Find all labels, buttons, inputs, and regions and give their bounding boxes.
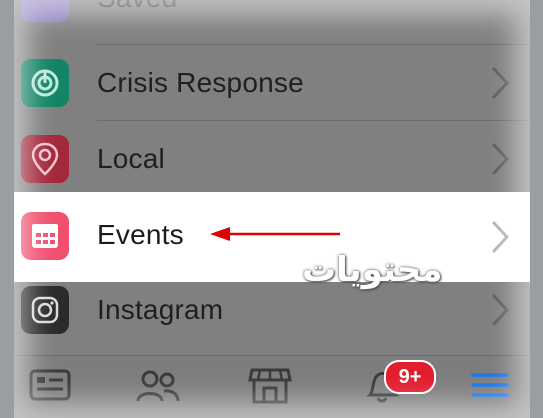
menu-item-events[interactable]: Events <box>14 192 530 282</box>
news-feed-icon[interactable] <box>26 362 74 408</box>
crisis-response-icon <box>21 59 69 107</box>
menu-item-local[interactable]: Local <box>14 121 530 197</box>
location-pin-icon <box>21 135 69 183</box>
menu-icon[interactable] <box>466 362 514 408</box>
chevron-right-icon <box>492 67 510 99</box>
menu-item-label: Instagram <box>97 294 224 325</box>
bottom-tab-bar <box>14 355 530 418</box>
friends-icon[interactable] <box>134 362 182 408</box>
instagram-icon <box>21 286 69 334</box>
menu-item-instagram[interactable]: Instagram <box>14 272 530 348</box>
watermark: محتويات <box>302 250 443 290</box>
chevron-right-icon <box>492 221 510 253</box>
red-arrow-annotation <box>210 227 340 241</box>
menu-item-label: Events <box>97 219 184 250</box>
menu-item-label: Saved <box>97 0 177 14</box>
menu-item-crisis-response[interactable]: Crisis Response <box>14 45 530 121</box>
chevron-right-icon <box>492 294 510 326</box>
facebook-menu-screen: Saved Crisis Response Local <box>14 0 530 418</box>
menu-item-saved[interactable]: Saved <box>14 0 530 36</box>
marketplace-icon[interactable] <box>246 362 294 408</box>
calendar-icon <box>21 212 69 260</box>
menu-item-label: Local <box>97 143 165 174</box>
notifications-badge: 9+ <box>384 360 436 394</box>
menu-item-label: Crisis Response <box>97 67 304 98</box>
saved-icon <box>21 0 69 22</box>
chevron-right-icon <box>492 143 510 175</box>
